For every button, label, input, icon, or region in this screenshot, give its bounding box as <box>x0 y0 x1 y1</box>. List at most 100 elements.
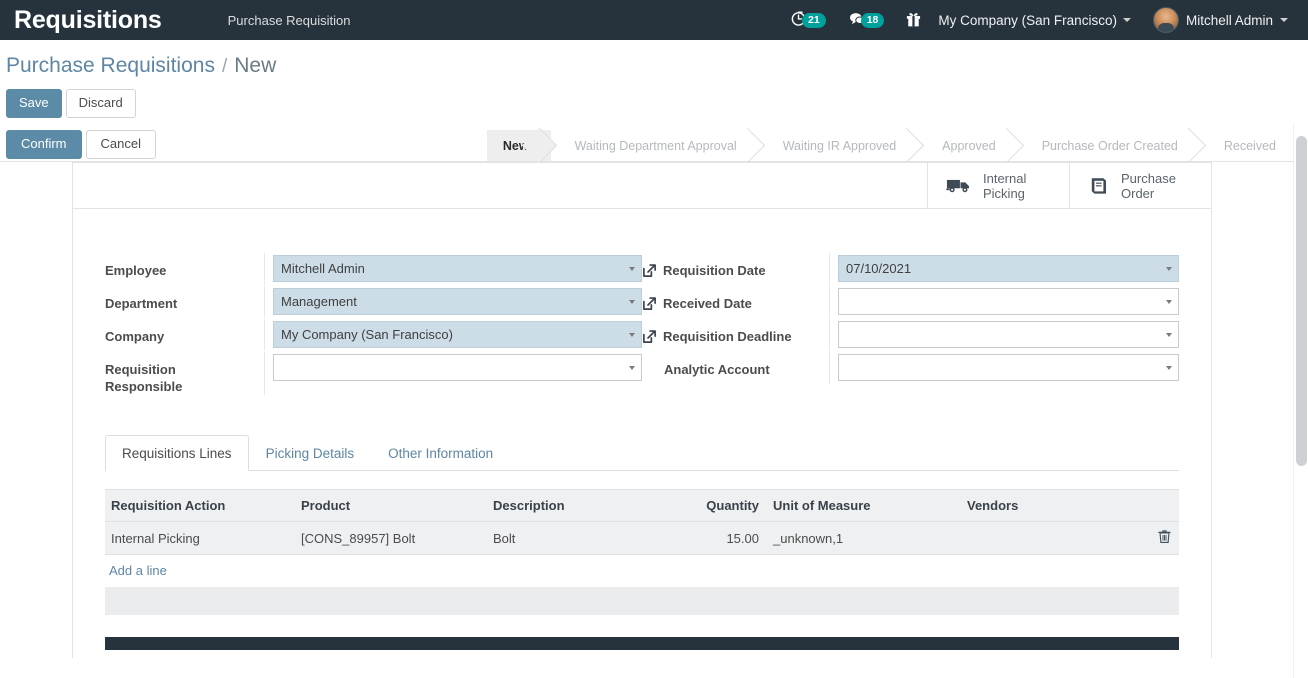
cell-unit-of-measure[interactable]: _unknown,1 <box>767 521 961 555</box>
control-panel: Purchase Requisitions / New Save Discard… <box>0 40 1308 164</box>
chevron-down-icon <box>1122 18 1131 22</box>
label-text: Requisition Responsible <box>105 362 183 394</box>
stage-waiting-department-approval[interactable]: Waiting Department Approval <box>551 127 765 164</box>
department-input[interactable]: Management <box>273 288 642 315</box>
activities-menu[interactable]: 21 <box>779 0 837 40</box>
cell-description[interactable]: Bolt <box>487 521 677 555</box>
app-brand[interactable]: Requisitions <box>14 7 162 33</box>
input-wrapper: Mitchell Admin <box>273 255 642 282</box>
add-a-line-button[interactable]: Add a line <box>109 563 167 578</box>
form-grid: Employee Mitchell Admin Department Manag… <box>105 253 1179 395</box>
sheet-footer-bar <box>105 637 1179 650</box>
field-control <box>830 286 1179 315</box>
page-scrollbar[interactable] <box>1293 124 1308 678</box>
field-company: Company My Company (San Francisco) <box>105 319 642 352</box>
field-control: My Company (San Francisco) <box>265 319 642 348</box>
gift-icon <box>906 10 921 30</box>
cell-product[interactable]: [CONS_89957] Bolt <box>295 521 487 555</box>
requisition-date-input[interactable]: 07/10/2021 <box>838 255 1179 282</box>
employee-input[interactable]: Mitchell Admin <box>273 255 642 282</box>
company-input[interactable]: My Company (San Francisco) <box>273 321 642 348</box>
stage-purchase-order-created[interactable]: Purchase Order Created <box>1018 127 1207 164</box>
form-column-left: Employee Mitchell Admin Department Manag… <box>105 253 642 395</box>
messages-menu[interactable]: 18 <box>837 0 896 40</box>
trash-icon <box>1158 530 1171 547</box>
input-wrapper <box>838 288 1179 315</box>
column-header-vendors[interactable]: Vendors <box>961 489 1147 522</box>
field-department: Department Management <box>105 286 642 319</box>
delete-row-button[interactable] <box>1147 521 1179 555</box>
chevron-down-icon <box>1280 18 1288 22</box>
field-requisition-date: Requisition Date 07/10/2021 <box>642 253 1179 286</box>
breadcrumb-parent[interactable]: Purchase Requisitions <box>6 52 215 80</box>
table-header-row: Requisition Action Product Description Q… <box>105 489 1179 522</box>
table-row[interactable]: Internal Picking [CONS_89957] Bolt Bolt … <box>105 521 1179 555</box>
table-head: Requisition Action Product Description Q… <box>105 489 1179 522</box>
external-link-icon[interactable] <box>642 263 657 282</box>
app-page: Requisitions Purchase Requisition 21 18 … <box>0 0 1308 678</box>
label-text: Received Date <box>663 296 752 311</box>
breadcrumb: Purchase Requisitions / New <box>0 40 1308 87</box>
cell-quantity[interactable]: 15.00 <box>677 521 767 555</box>
scrollbar-thumb[interactable] <box>1296 136 1307 466</box>
user-menu[interactable]: Mitchell Admin <box>1141 7 1294 33</box>
label-text: Requisition Date <box>663 263 766 278</box>
cell-requisition-action[interactable]: Internal Picking <box>105 521 295 555</box>
stage-label: Approved <box>942 138 996 153</box>
smart-button-purchase-order[interactable]: Purchase Order <box>1069 163 1211 208</box>
tab-picking-details[interactable]: Picking Details <box>249 435 372 471</box>
stage-approved[interactable]: Approved <box>918 127 1024 164</box>
input-wrapper: 07/10/2021 <box>838 255 1179 282</box>
column-header-unit-of-measure[interactable]: Unit of Measure <box>767 489 961 522</box>
tab-requisitions-lines[interactable]: Requisitions Lines <box>105 435 249 471</box>
field-label: Analytic Account <box>642 352 830 384</box>
truck-icon <box>946 176 972 195</box>
external-link-icon[interactable] <box>642 296 657 315</box>
smart-button-box: Internal Picking Purchase Order <box>73 163 1211 209</box>
requisition-responsible-input[interactable] <box>273 354 642 381</box>
field-control <box>830 319 1179 348</box>
cell-vendors[interactable] <box>961 521 1147 555</box>
stage-label: Received <box>1223 138 1276 153</box>
record-actions: Save Discard <box>0 87 1308 118</box>
table-filler-row <box>105 586 1179 615</box>
smart-button-label: Internal Picking <box>983 171 1026 201</box>
stage-waiting-ir-approved[interactable]: Waiting IR Approved <box>759 127 925 164</box>
input-value: My Company (San Francisco) <box>281 327 453 342</box>
label-text: Analytic Account <box>664 362 770 377</box>
smart-button-line1: Purchase <box>1121 170 1176 186</box>
menu-item-purchase-requisition[interactable]: Purchase Requisition <box>220 7 359 34</box>
column-header-quantity[interactable]: Quantity <box>677 489 767 522</box>
form-sheet-area: Internal Picking Purchase Order Employee… <box>0 162 1308 662</box>
analytic-account-input[interactable] <box>838 354 1179 381</box>
workflow-buttons: Confirm Cancel <box>0 130 156 159</box>
stage-received[interactable]: Received <box>1200 130 1298 161</box>
stage-new[interactable]: New <box>486 127 557 164</box>
field-label: Department <box>105 286 265 318</box>
smart-button-internal-picking[interactable]: Internal Picking <box>927 163 1069 208</box>
external-link-icon[interactable] <box>642 329 657 348</box>
top-navbar: Requisitions Purchase Requisition 21 18 … <box>0 0 1308 40</box>
input-wrapper: My Company (San Francisco) <box>273 321 642 348</box>
column-header-description[interactable]: Description <box>487 489 677 522</box>
cancel-button[interactable]: Cancel <box>85 130 156 159</box>
messages-count-badge: 18 <box>860 12 885 28</box>
discard-button[interactable]: Discard <box>65 89 136 118</box>
gift-menu[interactable] <box>895 0 932 40</box>
column-header-requisition-action[interactable]: Requisition Action <box>105 489 295 522</box>
field-label: Employee <box>105 253 265 285</box>
book-icon <box>1088 176 1110 196</box>
form-body: Employee Mitchell Admin Department Manag… <box>73 209 1211 395</box>
field-control <box>830 352 1179 381</box>
input-value: Management <box>281 294 357 309</box>
received-date-input[interactable] <box>838 288 1179 315</box>
smart-button-line2: Picking <box>983 185 1025 201</box>
company-name: My Company (San Francisco) <box>938 12 1117 28</box>
save-button[interactable]: Save <box>6 89 62 118</box>
requisition-deadline-input[interactable] <box>838 321 1179 348</box>
column-header-product[interactable]: Product <box>295 489 487 522</box>
confirm-button[interactable]: Confirm <box>6 130 82 159</box>
company-switcher[interactable]: My Company (San Francisco) <box>932 13 1141 28</box>
column-header-actions <box>1147 489 1179 522</box>
tab-other-information[interactable]: Other Information <box>371 435 510 471</box>
